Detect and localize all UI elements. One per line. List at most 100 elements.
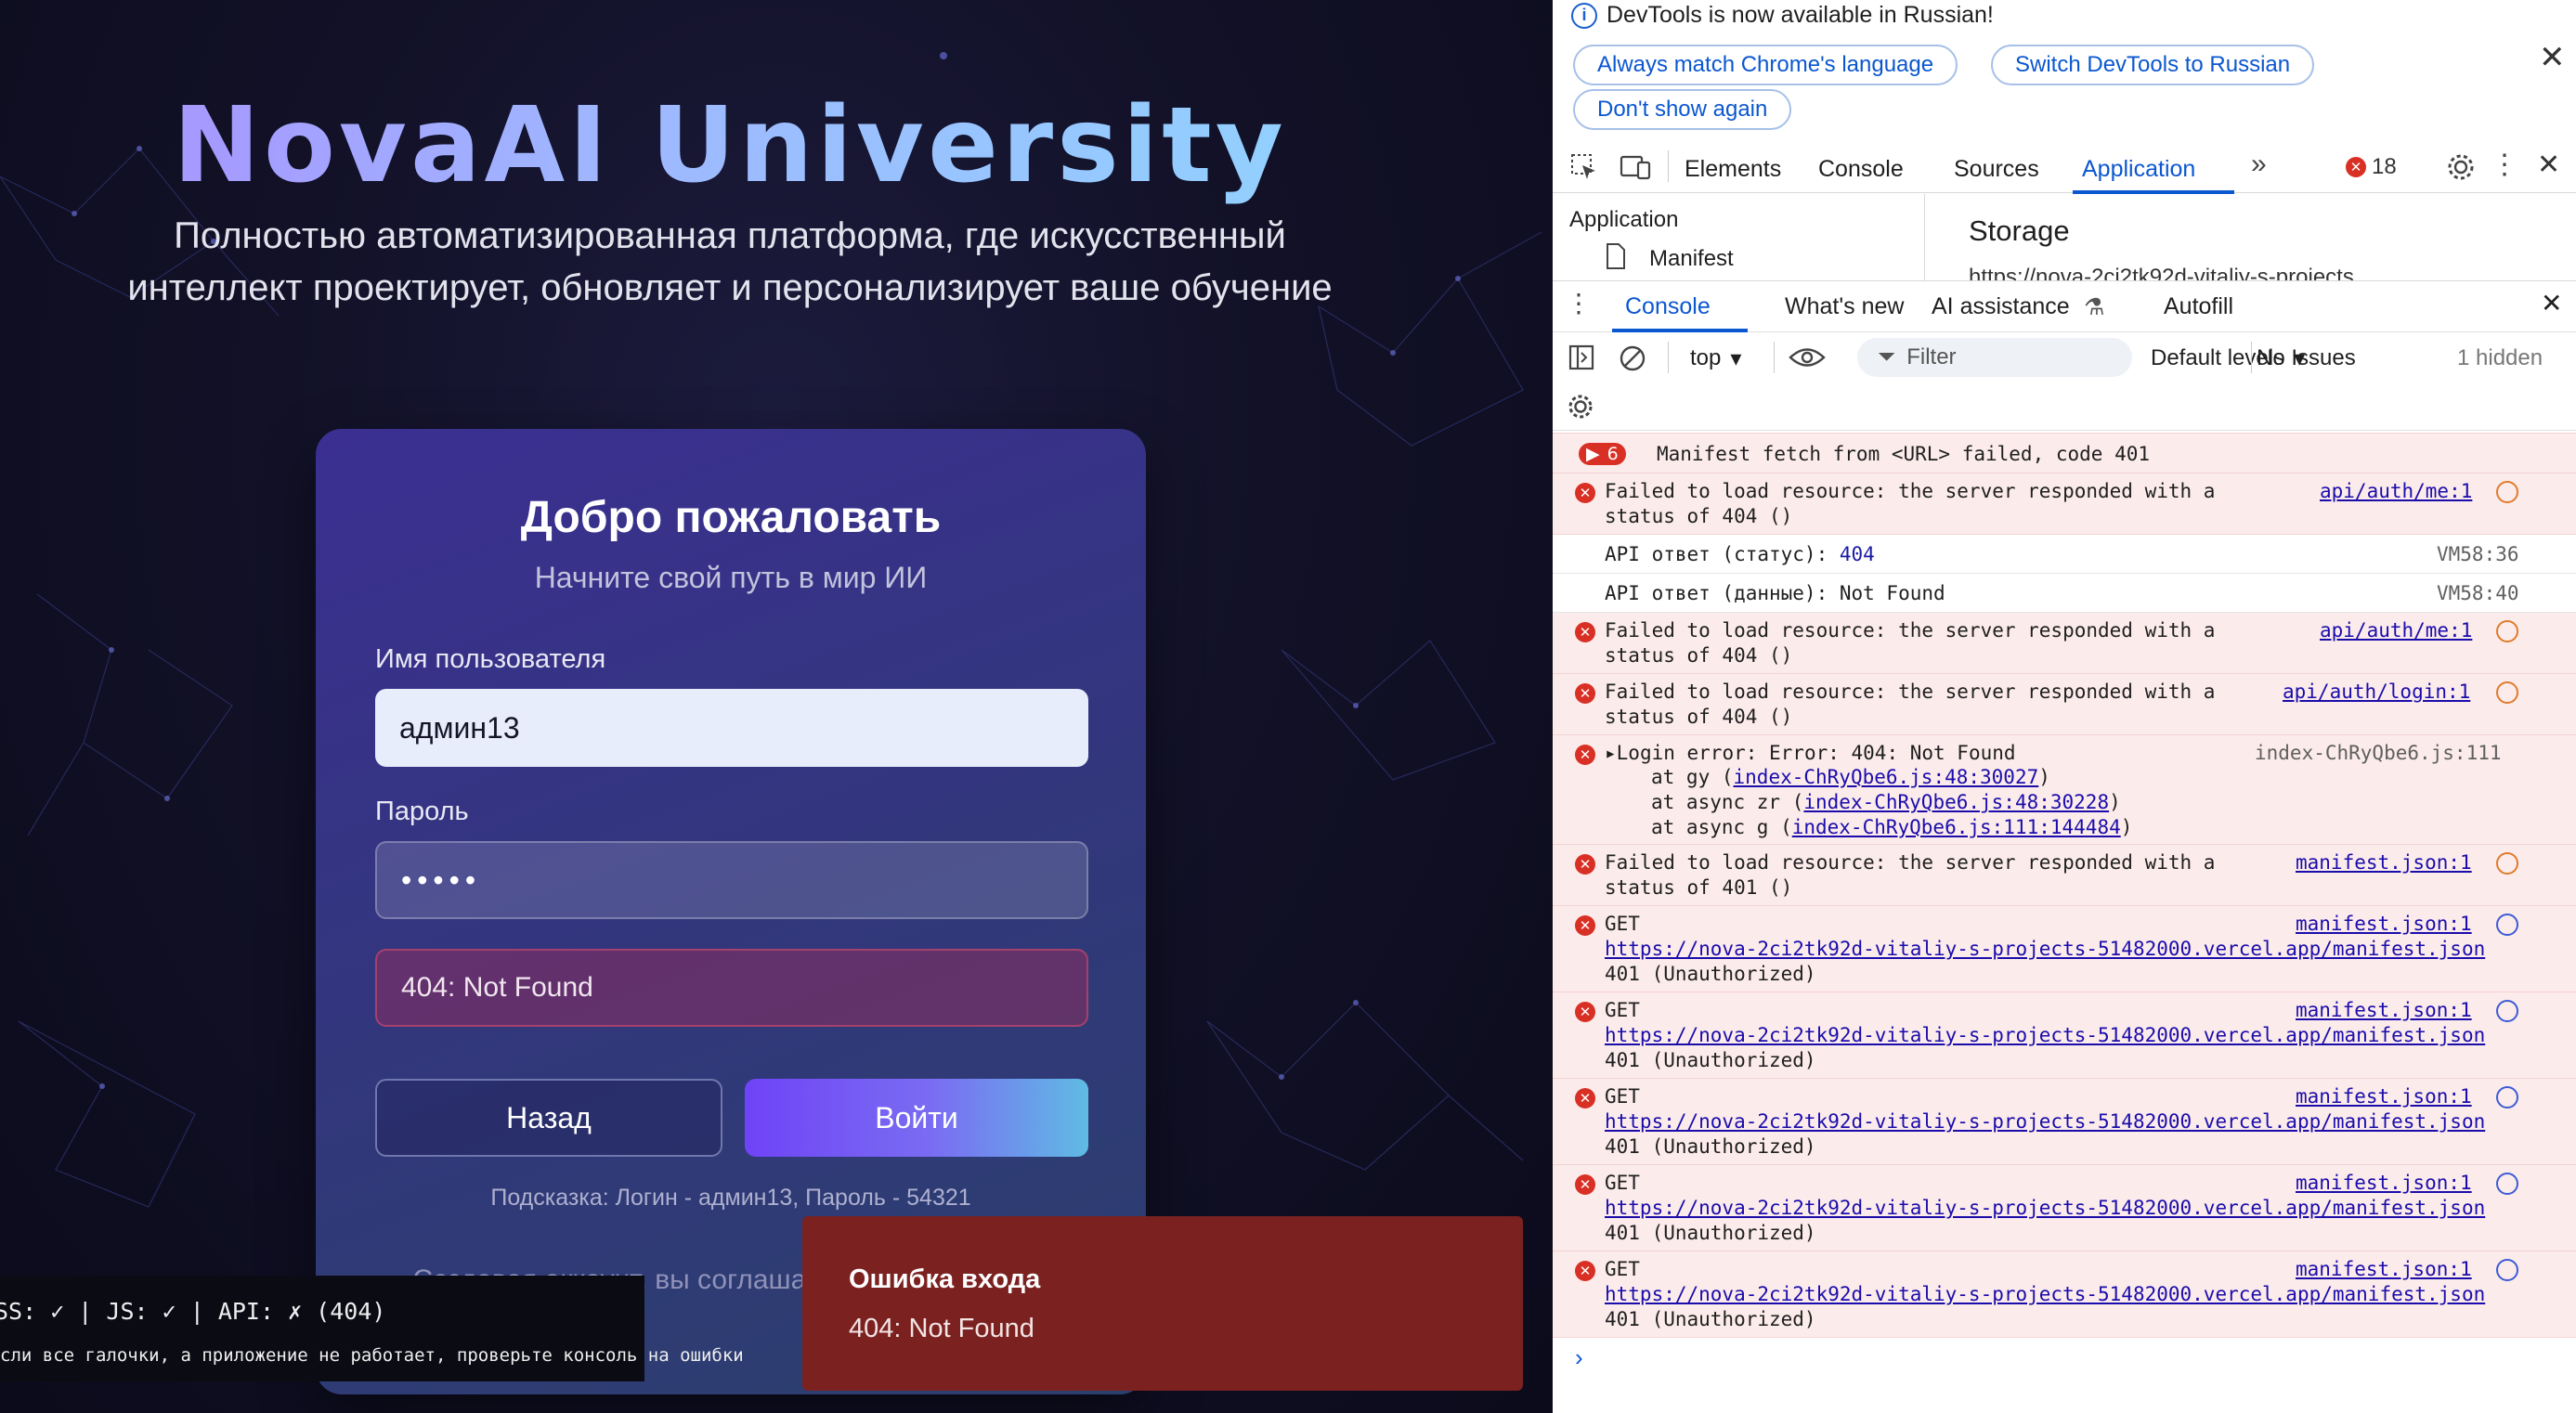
console-get-row[interactable]: ✕ GET manifest.json:1 https://nova-2ci2t… (1553, 1165, 2576, 1251)
globe-icon[interactable] (2496, 1259, 2518, 1281)
issues-button[interactable]: No Issues (2257, 345, 2356, 371)
request-method: GET (1605, 1085, 1640, 1108)
message-source-link[interactable]: manifest.json:1 (2296, 998, 2472, 1023)
console-error-row[interactable]: ✕ Failed to load resource: the server re… (1553, 473, 2576, 535)
drawer-tab-console[interactable]: Console (1625, 293, 1711, 320)
match-language-button[interactable]: Always match Chrome's language (1573, 45, 1958, 85)
context-selector[interactable]: top ▾ (1690, 345, 1741, 372)
request-url[interactable]: https://nova-2ci2tk92d-vitaliy-s-project… (1605, 1282, 2485, 1307)
error-icon: ✕ (1575, 1002, 1595, 1022)
stack-link[interactable]: index-ChRyQbe6.js:48:30228 (1803, 791, 2109, 813)
device-toolbar-icon[interactable] (1620, 152, 1653, 182)
console-filter-input[interactable]: ⏷ Filter (1857, 338, 2132, 377)
drawer-tab-whats-new[interactable]: What's new (1785, 293, 1904, 320)
tab-console[interactable]: Console (1818, 156, 1904, 183)
expand-arrow-icon[interactable]: ▸ (1605, 742, 1617, 764)
message-source-link[interactable]: VM58:40 (2437, 581, 2519, 606)
tab-elements[interactable]: Elements (1685, 156, 1781, 183)
error-icon: ✕ (1575, 854, 1595, 875)
globe-icon[interactable] (2496, 914, 2518, 936)
message-source-link[interactable]: api/auth/login:1 (2283, 680, 2470, 705)
drawer-tab-ai-assistance[interactable]: AI assistance (1932, 293, 2070, 320)
message-source-link[interactable]: api/auth/me:1 (2320, 479, 2472, 504)
settings-gear-icon[interactable] (2446, 152, 2476, 182)
request-url[interactable]: https://nova-2ci2tk92d-vitaliy-s-project… (1605, 1196, 2485, 1221)
stack-frame: at async zr (index-ChRyQbe6.js:48:30228) (1651, 790, 2121, 815)
tab-sources[interactable]: Sources (1954, 156, 2039, 183)
login-hint: Подсказка: Логин - админ13, Пароль - 543… (490, 1185, 971, 1211)
globe-icon[interactable] (2496, 1000, 2518, 1022)
manifest-item[interactable]: Manifest (1649, 246, 1734, 272)
message-source-link[interactable]: VM58:36 (2437, 542, 2519, 567)
request-url[interactable]: https://nova-2ci2tk92d-vitaliy-s-project… (1605, 937, 2485, 962)
stack-link[interactable]: index-ChRyQbe6.js:48:30027 (1734, 766, 2039, 788)
close-devtools-icon[interactable]: ✕ (2537, 149, 2560, 181)
clear-console-icon[interactable] (1618, 344, 1647, 373)
inspect-element-icon[interactable] (1569, 152, 1599, 182)
close-drawer-icon[interactable]: ✕ (2541, 288, 2562, 318)
request-method: GET (1605, 999, 1640, 1021)
dropdown-arrow-icon: ▾ (1730, 346, 1742, 371)
network-request-icon[interactable] (2496, 852, 2518, 875)
error-icon: ✕ (1575, 483, 1595, 503)
password-label: Пароль (375, 797, 469, 826)
eye-icon[interactable] (1789, 345, 1826, 369)
username-label: Имя пользователя (375, 644, 606, 674)
switch-russian-button[interactable]: Switch DevTools to Russian (1991, 45, 2315, 85)
password-input[interactable]: ••••• (375, 841, 1088, 919)
message-source-link[interactable]: api/auth/me:1 (2320, 618, 2472, 643)
request-status: 401 (Unauthorized) (1605, 1222, 1816, 1244)
console-error-row[interactable]: ✕ Failed to load resource: the server re… (1553, 613, 2576, 674)
close-notice-icon[interactable]: ✕ (2539, 39, 2566, 76)
console-get-row[interactable]: ✕ GET manifest.json:1 https://nova-2ci2t… (1553, 992, 2576, 1079)
drawer-menu-icon[interactable]: ⋮ (1566, 288, 1592, 318)
error-counter[interactable]: ✕ 18 (2346, 154, 2397, 180)
network-request-icon[interactable] (2496, 620, 2518, 642)
stack-frame: at gy (index-ChRyQbe6.js:48:30027) (1651, 765, 2050, 790)
back-button[interactable]: Назад (375, 1079, 722, 1157)
message-text-row: ▸Login error: Error: 404: Not Found (1605, 741, 2016, 766)
more-tabs-icon[interactable]: » (2251, 149, 2267, 180)
kebab-menu-icon[interactable]: ⋮ (2491, 149, 2518, 181)
globe-icon[interactable] (2496, 1086, 2518, 1108)
console-get-row[interactable]: ✕ GET manifest.json:1 https://nova-2ci2t… (1553, 1251, 2576, 1338)
dont-show-again-button[interactable]: Don't show again (1573, 89, 1792, 130)
hero-subtitle: Полностью автоматизированная платформа, … (127, 215, 1333, 308)
message-source-link[interactable]: manifest.json:1 (2296, 1171, 2472, 1196)
message-source-link[interactable]: manifest.json:1 (2296, 1257, 2472, 1282)
request-url[interactable]: https://nova-2ci2tk92d-vitaliy-s-project… (1605, 1023, 2485, 1048)
console-error-row[interactable]: ✕ Failed to load resource: the server re… (1553, 674, 2576, 735)
message-text: API ответ (статус): (1605, 543, 1840, 565)
message-source-link[interactable]: manifest.json:1 (2296, 912, 2472, 937)
tab-application[interactable]: Application (2082, 156, 2195, 183)
globe-icon[interactable] (2496, 1173, 2518, 1195)
request-method: GET (1605, 1172, 1640, 1194)
message-source-link[interactable]: index-ChRyQbe6.js:111 (2255, 741, 2502, 766)
console-prompt[interactable]: › (1553, 1338, 2576, 1375)
application-section-label: Application (1569, 207, 1679, 232)
error-count: 18 (2372, 154, 2397, 179)
login-button[interactable]: Войти (745, 1079, 1088, 1157)
error-icon: ✕ (1575, 915, 1595, 936)
network-request-icon[interactable] (2496, 681, 2518, 704)
network-request-icon[interactable] (2496, 481, 2518, 503)
request-url[interactable]: https://nova-2ci2tk92d-vitaliy-s-project… (1605, 1109, 2485, 1134)
toast-title: Ошибка входа (849, 1264, 1041, 1294)
console-log-row[interactable]: API ответ (данные): Not Found VM58:40 (1553, 574, 2576, 613)
console-error-row[interactable]: ✕ ▸Login error: Error: 404: Not Found in… (1553, 735, 2576, 845)
console-message-group[interactable]: ▶ 6 Manifest fetch from <URL> failed, cod… (1553, 433, 2576, 473)
card-title: Добро пожаловать (520, 493, 942, 542)
message-source-link[interactable]: manifest.json:1 (2296, 850, 2472, 875)
stack-link[interactable]: index-ChRyQbe6.js:111:144484 (1792, 816, 2121, 838)
console-get-row[interactable]: ✕ GET manifest.json:1 https://nova-2ci2t… (1553, 906, 2576, 992)
console-settings-icon[interactable] (1566, 392, 1595, 421)
console-log-row[interactable]: API ответ (статус): 404 VM58:36 (1553, 535, 2576, 574)
console-error-row[interactable]: ✕ Failed to load resource: the server re… (1553, 845, 2576, 906)
drawer-tab-autofill[interactable]: Autofill (2164, 293, 2233, 320)
message-text: Failed to load resource: the server resp… (1605, 681, 2216, 728)
sidebar-toggle-icon[interactable] (1568, 344, 1595, 371)
console-get-row[interactable]: ✕ GET manifest.json:1 https://nova-2ci2t… (1553, 1079, 2576, 1165)
prompt-chevron-icon: › (1575, 1343, 1583, 1371)
username-input[interactable]: админ13 (375, 689, 1088, 767)
message-source-link[interactable]: manifest.json:1 (2296, 1084, 2472, 1109)
